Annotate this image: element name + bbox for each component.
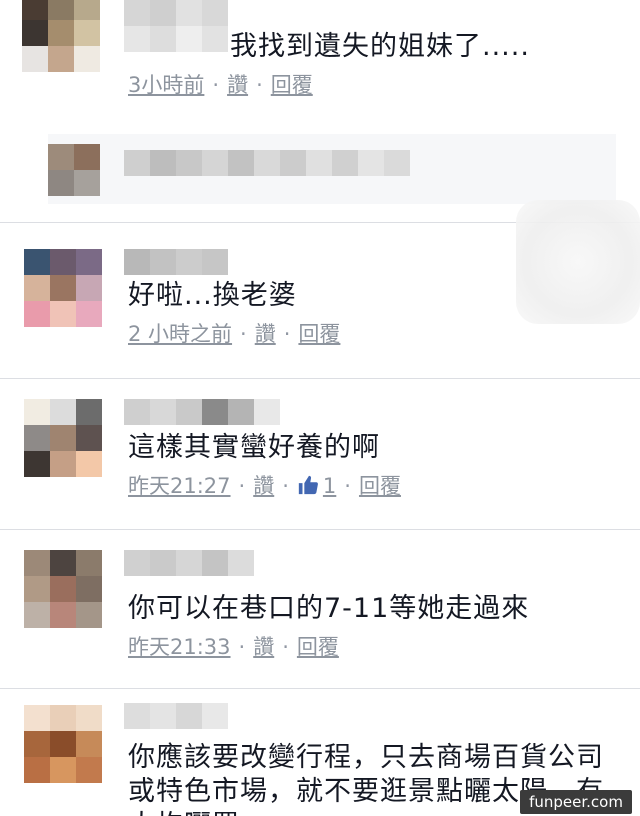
reply-link[interactable]: 回覆 <box>359 474 401 498</box>
timestamp-link[interactable]: 2 小時之前 <box>128 322 232 346</box>
name-blur <box>124 0 228 26</box>
comment-4: 你可以在巷口的7-11等她走過來 昨天21:33 · 讚 · 回覆 <box>0 530 640 688</box>
comment-text: 這樣其實蠻好養的啊 <box>128 432 380 463</box>
comment-text: 好啦...換老婆 <box>128 280 297 311</box>
timestamp-link[interactable]: 昨天21:33 <box>128 635 231 659</box>
name-blur <box>124 703 228 729</box>
timestamp-link[interactable]: 昨天21:27 <box>128 474 231 498</box>
comment-meta: 3小時前 · 讚 · 回覆 <box>128 73 313 97</box>
like-link[interactable]: 讚 <box>227 73 248 97</box>
avatar[interactable] <box>24 399 102 477</box>
avatar[interactable] <box>22 0 100 72</box>
comment-3: 這樣其實蠻好養的啊 昨天21:27 · 讚 · 1 · 回覆 <box>0 379 640 529</box>
name-blur <box>124 249 228 275</box>
comment-2: 好啦...換老婆 2 小時之前 · 讚 · 回覆 <box>0 223 640 378</box>
comment-meta: 昨天21:33 · 讚 · 回覆 <box>128 635 339 659</box>
reply-link[interactable]: 回覆 <box>298 322 340 346</box>
avatar[interactable] <box>24 550 102 628</box>
name-blur <box>124 550 254 576</box>
comment-text: 我找到遺失的姐妹了..... <box>230 31 530 62</box>
comment-text: 你可以在巷口的7-11等她走過來 <box>128 593 530 624</box>
comment-meta: 昨天21:27 · 讚 · 1 · 回覆 <box>128 474 401 498</box>
avatar[interactable] <box>24 249 102 327</box>
like-link[interactable]: 讚 <box>255 322 276 346</box>
like-link[interactable]: 讚 <box>253 474 274 498</box>
reply-preview[interactable] <box>48 134 616 204</box>
watermark: funpeer.com <box>520 790 632 814</box>
like-count[interactable]: 1 <box>297 474 336 498</box>
comment-meta: 2 小時之前 · 讚 · 回覆 <box>128 322 341 346</box>
name-blur <box>124 399 280 425</box>
like-link[interactable]: 讚 <box>253 635 274 659</box>
reply-link[interactable]: 回覆 <box>297 635 339 659</box>
thumbs-up-icon <box>298 475 318 495</box>
reply-link[interactable]: 回覆 <box>271 73 313 97</box>
name-blur <box>124 26 228 52</box>
avatar[interactable] <box>24 705 102 783</box>
comment-1: 我找到遺失的姐妹了..... 3小時前 · 讚 · 回覆 <box>0 0 640 134</box>
timestamp-link[interactable]: 3小時前 <box>128 73 204 97</box>
